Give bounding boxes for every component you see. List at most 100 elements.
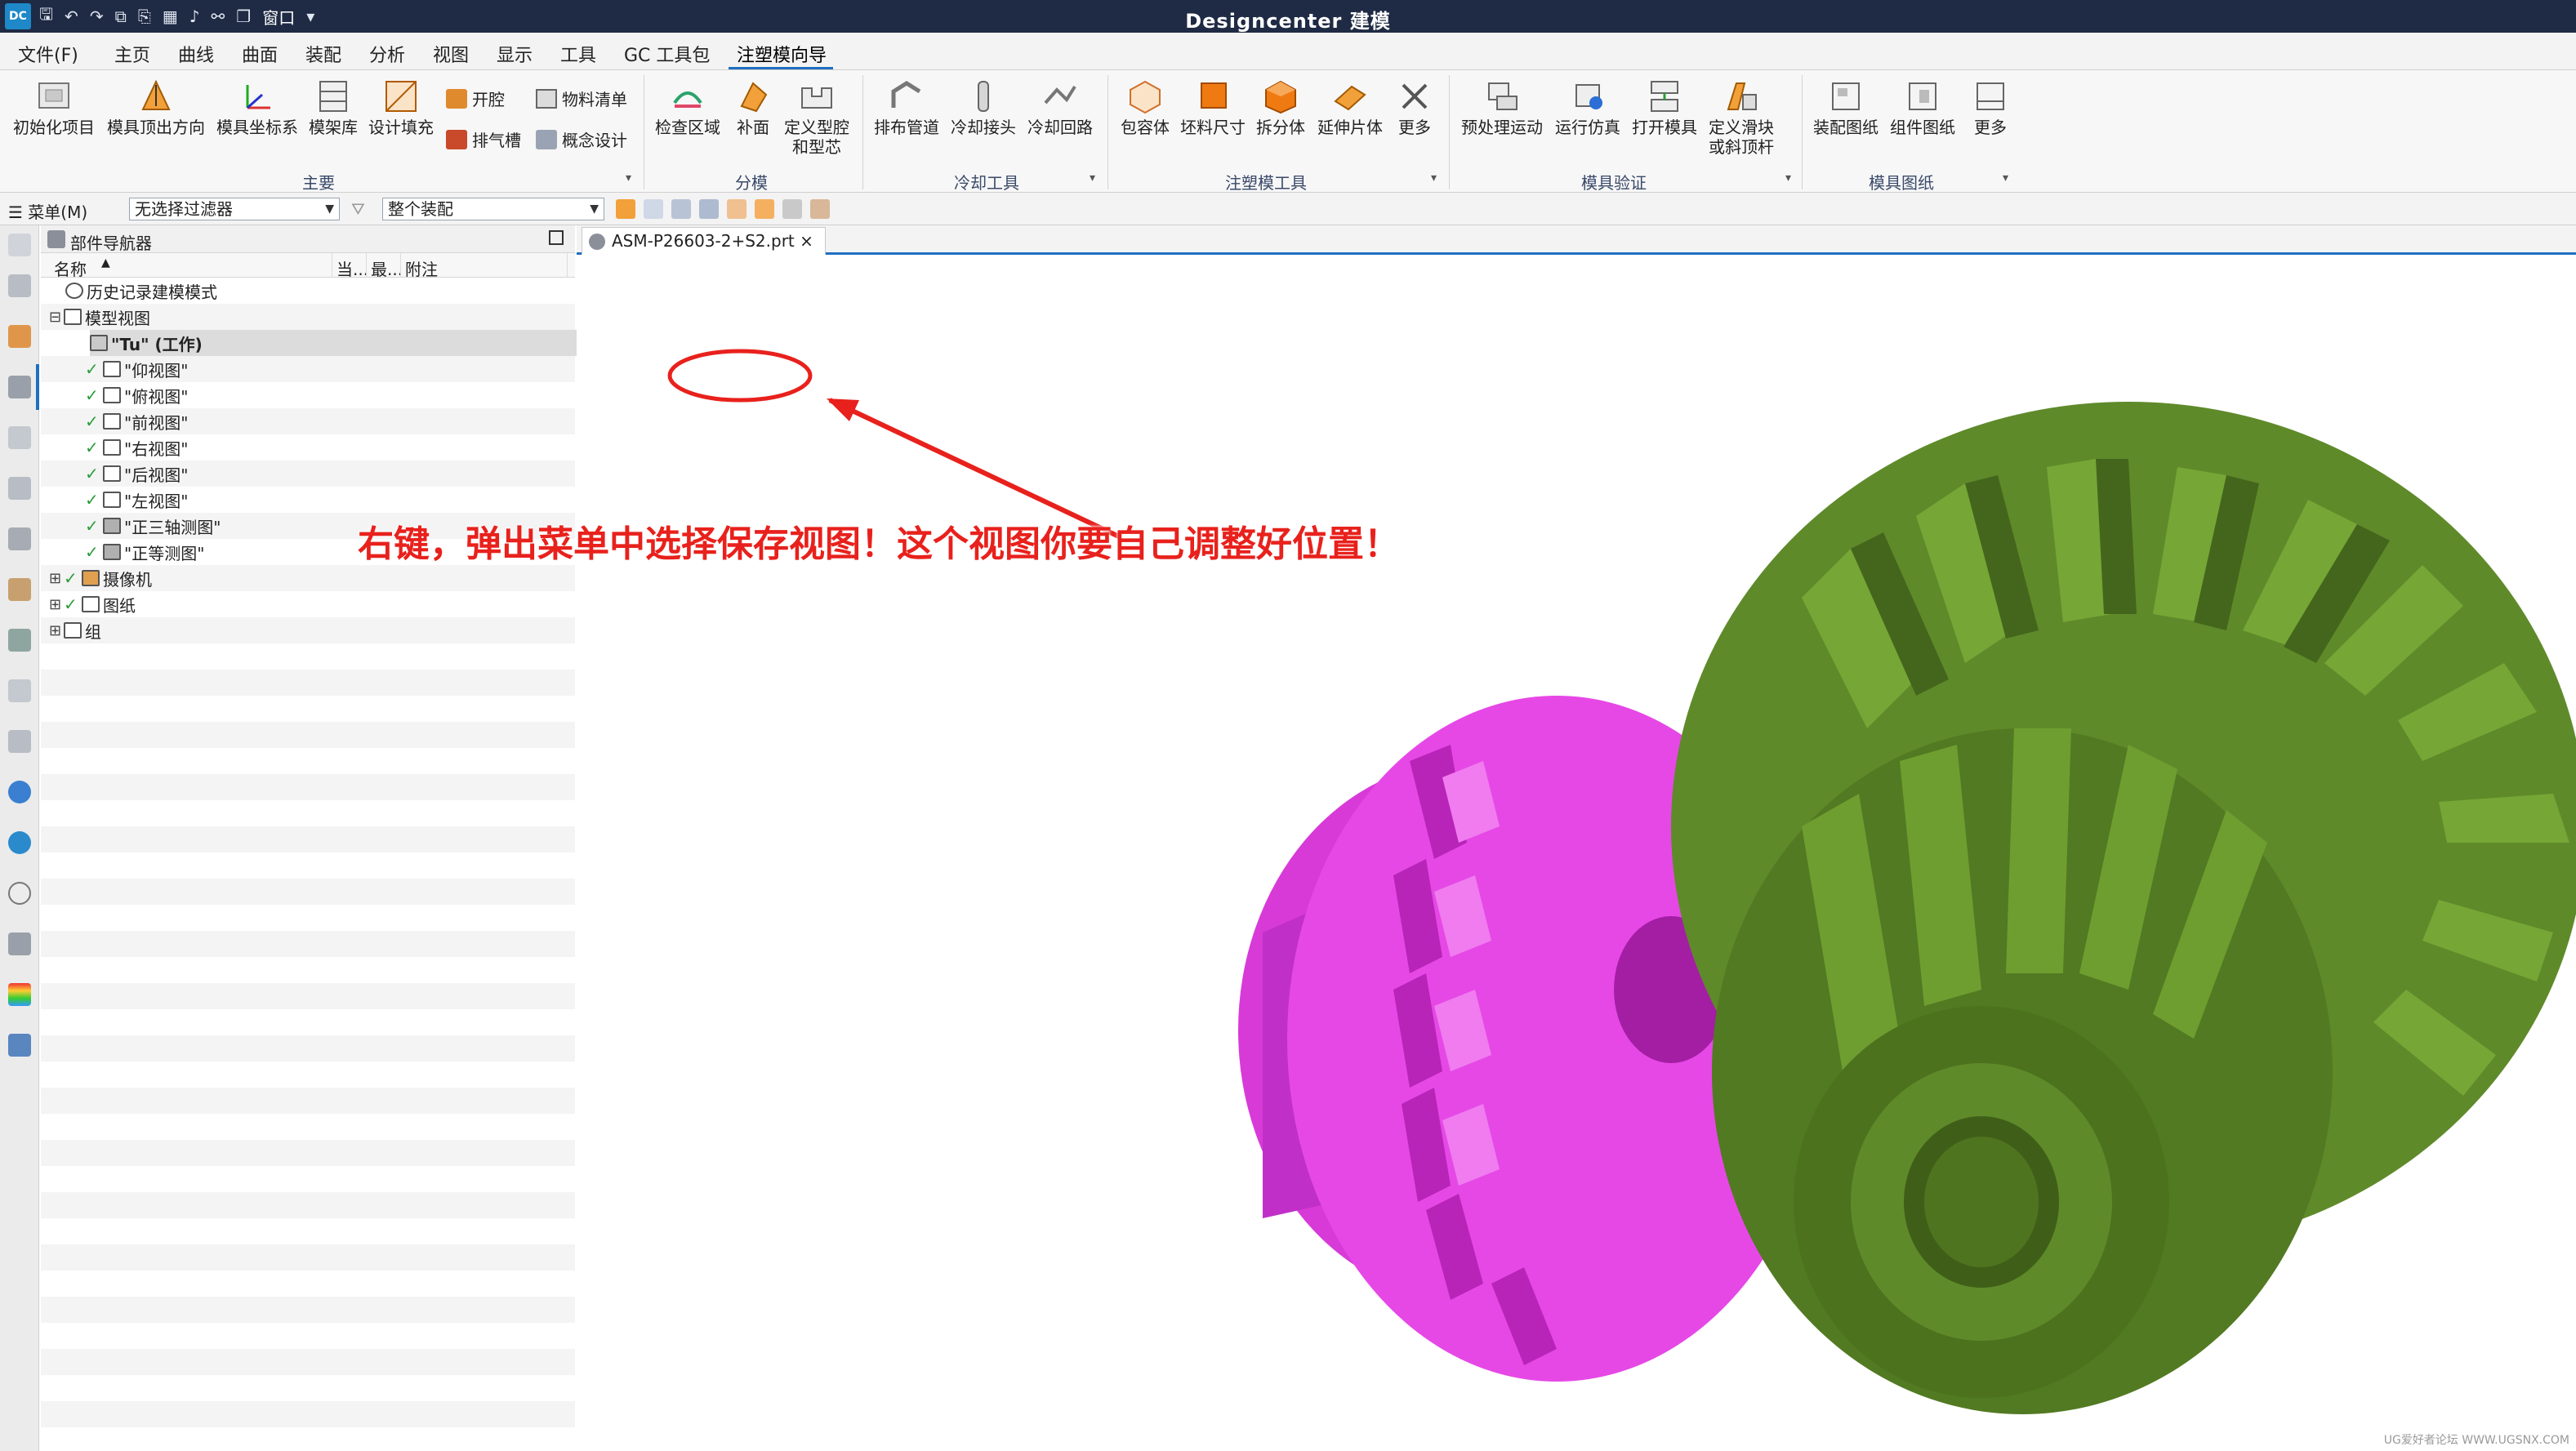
- split-body-button[interactable]: 拆分体: [1250, 78, 1312, 137]
- gear-model-render[interactable]: [577, 255, 2576, 1451]
- concept-design-button[interactable]: 概念设计: [536, 127, 627, 151]
- column-notes[interactable]: 附注: [405, 256, 438, 280]
- menu-mold-wizard[interactable]: 注塑模向导: [737, 41, 827, 67]
- mold-csys-button[interactable]: 模具坐标系: [212, 78, 302, 137]
- tab-asm-part[interactable]: ASM-P26603-2+S2.prt ×: [582, 227, 826, 255]
- check-icon[interactable]: ✓: [85, 387, 100, 403]
- open-cavity-button[interactable]: 开腔: [446, 87, 505, 110]
- tree-row-view-bottom[interactable]: ✓ "仰视图": [85, 356, 188, 382]
- select-icon[interactable]: [616, 199, 635, 219]
- patch-surface-button[interactable]: 补面: [727, 78, 779, 137]
- bom-button[interactable]: 物料清单: [536, 87, 627, 110]
- hd3d-icon[interactable]: [8, 527, 31, 550]
- plus-expand-icon[interactable]: ⊞: [49, 570, 61, 587]
- gear-settings-icon[interactable]: [8, 234, 31, 256]
- tree-row-view-back[interactable]: ✓ "后视图": [85, 461, 188, 487]
- constraint-navigator-icon[interactable]: [8, 325, 31, 348]
- mold-eject-direction-button[interactable]: 模具顶出方向: [103, 78, 209, 137]
- column-name[interactable]: 名称: [54, 256, 87, 280]
- menu-display[interactable]: 显示: [497, 41, 533, 67]
- column-latest[interactable]: 最...: [371, 256, 403, 280]
- filter-icon[interactable]: ⛛: [351, 199, 365, 219]
- check-icon[interactable]: ✓: [85, 465, 100, 482]
- view-cube-icon[interactable]: [782, 199, 802, 219]
- tree-row-cameras[interactable]: ⊞ ✓ 摄像机: [49, 565, 152, 591]
- scope-select[interactable]: 整个装配 ▼: [382, 198, 604, 220]
- shaded-view-icon[interactable]: [810, 199, 830, 219]
- history-icon[interactable]: [8, 629, 31, 652]
- graphics-window[interactable]: ASM-P26603-2+S2.prt × 右键，弹出菜单中选择保存视图！这个视…: [358, 225, 2576, 1451]
- bounding-body-button[interactable]: 包容体: [1114, 78, 1176, 137]
- chevron-down-icon[interactable]: ▾: [2003, 171, 2008, 185]
- maximize-icon[interactable]: [549, 230, 564, 245]
- assembly-navigator-icon[interactable]: [8, 274, 31, 297]
- assembly-drawing-button[interactable]: 装配图纸: [1808, 78, 1883, 137]
- tools-icon[interactable]: [8, 932, 31, 955]
- plus-expand-icon[interactable]: ⊞: [49, 596, 61, 613]
- color-palette-icon[interactable]: [8, 983, 31, 1006]
- preprocess-motion-button[interactable]: 预处理运动: [1455, 78, 1549, 137]
- check-icon[interactable]: ✓: [85, 544, 100, 560]
- web-browser-icon[interactable]: [8, 578, 31, 601]
- check-icon[interactable]: ✓: [85, 518, 100, 534]
- info-icon[interactable]: [8, 781, 31, 803]
- globe-icon[interactable]: [8, 831, 31, 854]
- clock-icon[interactable]: [8, 882, 31, 905]
- chevron-down-icon[interactable]: ▾: [626, 171, 631, 185]
- check-icon[interactable]: ✓: [64, 596, 78, 612]
- system-materials-icon[interactable]: [8, 679, 31, 702]
- tree-row-model-views[interactable]: ⊟ 模型视图: [49, 304, 150, 330]
- bell-icon[interactable]: [8, 426, 31, 449]
- cooling-fitting-button[interactable]: 冷却接头: [946, 78, 1021, 137]
- snap-body-icon[interactable]: [755, 199, 774, 219]
- part-navigator-icon[interactable]: [8, 376, 31, 398]
- menu-curve[interactable]: 曲线: [178, 41, 214, 67]
- more-drawings-button[interactable]: 更多: [1962, 78, 2019, 137]
- tree-row-view-right[interactable]: ✓ "右视图": [85, 434, 188, 461]
- check-region-button[interactable]: 检查区域: [650, 78, 725, 137]
- define-slider-lifter-button[interactable]: 定义滑块 或斜顶杆: [1704, 78, 1779, 157]
- run-simulation-button[interactable]: 运行仿真: [1550, 78, 1625, 137]
- define-cavity-core-button[interactable]: 定义型腔 和型芯: [779, 78, 854, 157]
- tree-row-view-trimetric[interactable]: ✓ "正三轴测图": [85, 513, 221, 539]
- column-current[interactable]: 当...: [336, 256, 368, 280]
- tree-row-view-front[interactable]: ✓ "前视图": [85, 408, 188, 434]
- vent-slot-button[interactable]: 排气槽: [446, 127, 521, 151]
- main-menu-button[interactable]: ☰ 菜单(M): [8, 199, 87, 223]
- tree-row-groups[interactable]: ⊞ 组: [49, 617, 101, 643]
- extend-sheet-button[interactable]: 延伸片体: [1313, 78, 1387, 137]
- tree-row-view-isometric[interactable]: ✓ "正等测图": [85, 539, 204, 565]
- sort-asc-icon[interactable]: ▲: [101, 256, 110, 269]
- reuse-library-icon[interactable]: [8, 477, 31, 500]
- menu-surface[interactable]: 曲面: [242, 41, 278, 67]
- layout-channel-button[interactable]: 排布管道: [869, 78, 944, 137]
- snap-point-icon[interactable]: [644, 199, 663, 219]
- mold-base-library-button[interactable]: 模架库: [302, 78, 364, 137]
- menu-assembly[interactable]: 装配: [305, 41, 341, 67]
- component-drawing-button[interactable]: 组件图纸: [1885, 78, 1960, 137]
- check-icon[interactable]: ✓: [85, 361, 100, 377]
- check-icon[interactable]: ✓: [64, 570, 78, 586]
- snap-end-icon[interactable]: [671, 199, 691, 219]
- roles-icon[interactable]: [8, 1034, 31, 1057]
- snap-face-icon[interactable]: [727, 199, 747, 219]
- cooling-circuit-button[interactable]: 冷却回路: [1023, 78, 1098, 137]
- chevron-down-icon[interactable]: ▾: [1785, 171, 1791, 185]
- tree-row-view-top[interactable]: ✓ "俯视图": [85, 382, 188, 408]
- type-filter-select[interactable]: 无选择过滤器 ▼: [129, 198, 340, 220]
- menu-view[interactable]: 视图: [433, 41, 469, 67]
- check-icon[interactable]: ✓: [85, 439, 100, 456]
- menu-tools[interactable]: 工具: [560, 41, 596, 67]
- tree-row-view-tu-work[interactable]: "Tu" (工作): [90, 330, 583, 356]
- more-tools-button[interactable]: 更多: [1388, 78, 1441, 137]
- tree-row-view-left[interactable]: ✓ "左视图": [85, 487, 188, 513]
- plus-expand-icon[interactable]: ⊞: [49, 622, 61, 639]
- design-fill-button[interactable]: 设计填充: [366, 78, 436, 137]
- chevron-down-icon[interactable]: ▾: [1090, 171, 1095, 185]
- menu-file[interactable]: 文件(F): [18, 41, 78, 67]
- chevron-down-icon[interactable]: ▾: [1431, 171, 1437, 185]
- snap-mid-icon[interactable]: [699, 199, 719, 219]
- open-mold-button[interactable]: 打开模具: [1627, 78, 1702, 137]
- menu-analysis[interactable]: 分析: [369, 41, 405, 67]
- menu-home[interactable]: 主页: [114, 41, 150, 67]
